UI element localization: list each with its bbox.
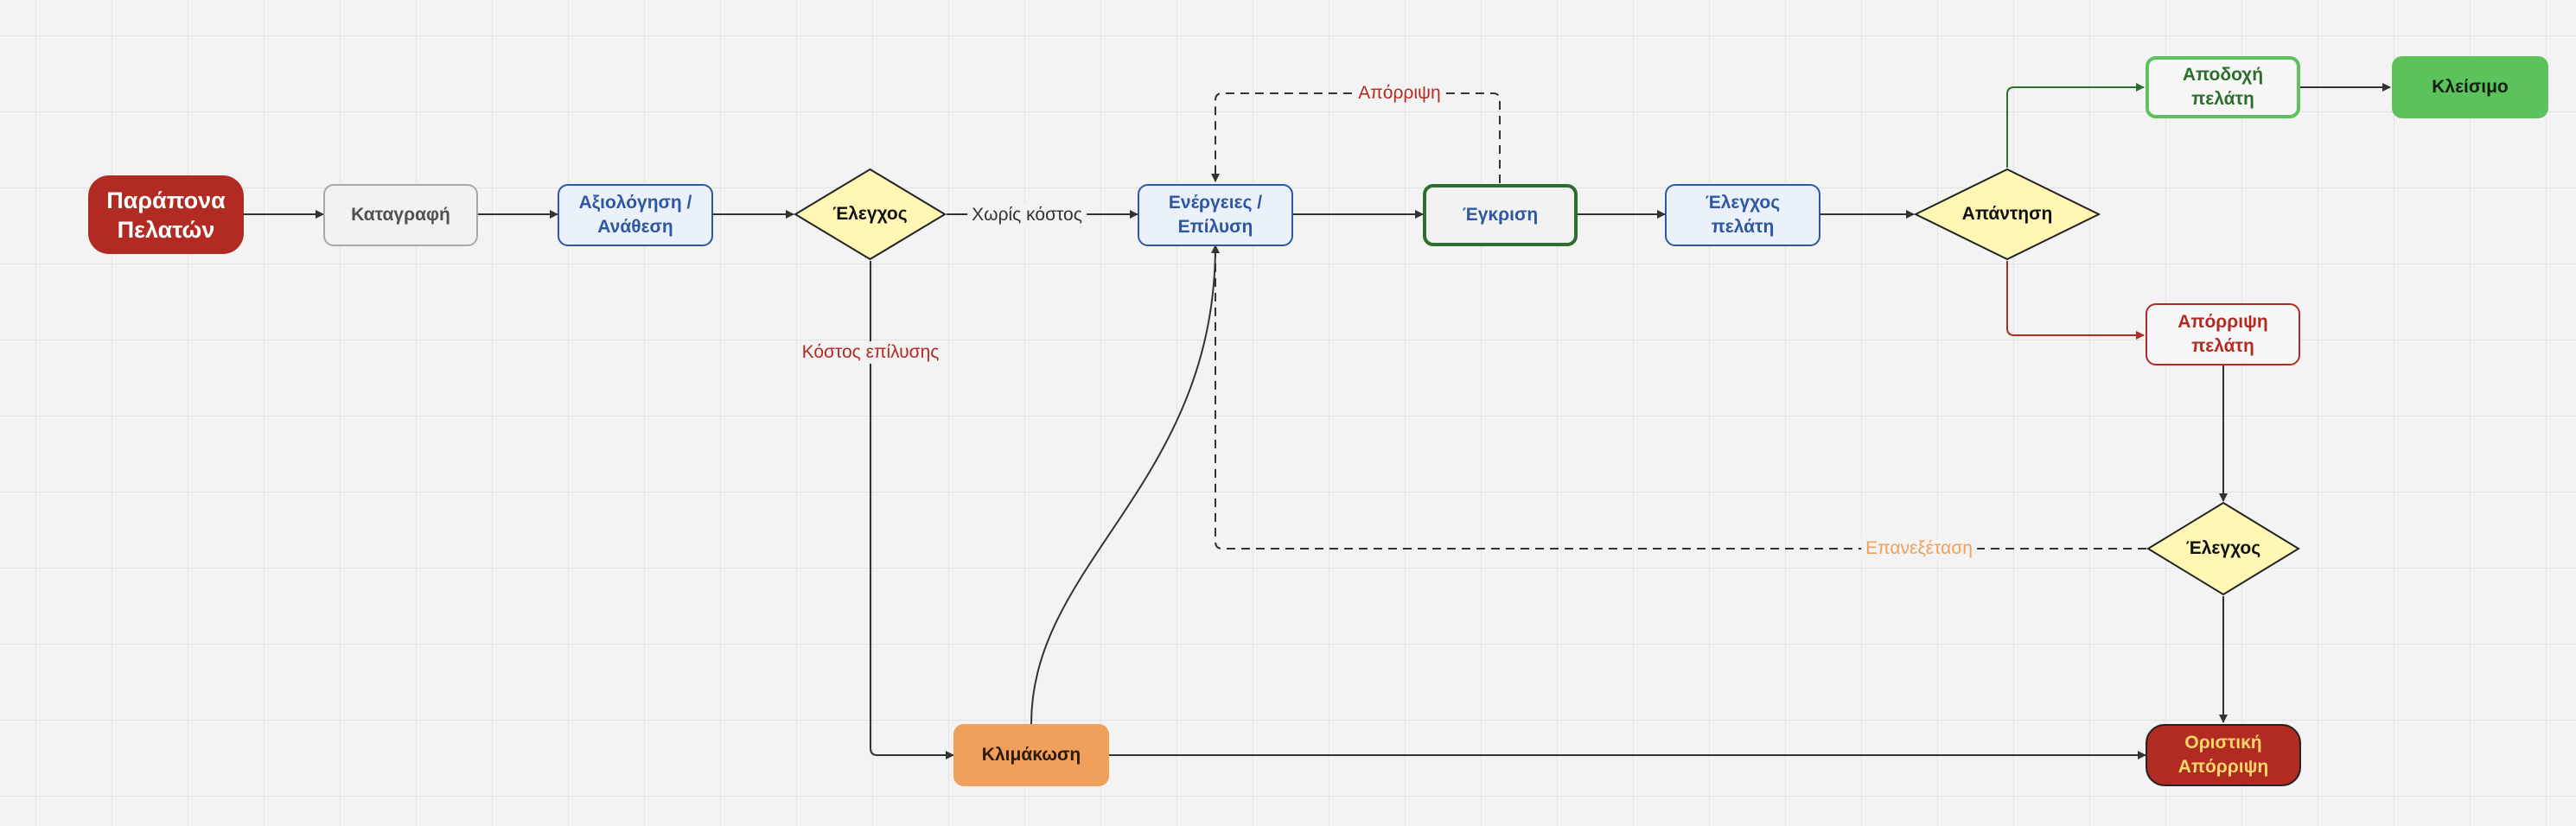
edge-response-accept: [2006, 83, 2145, 168]
node-close[interactable]: Κλείσιμο: [2392, 56, 2548, 118]
label-no-cost: Χωρίς κόστος: [967, 204, 1087, 226]
label-resolution-cost: Κόστος επίλυσης: [797, 341, 944, 364]
node-registration[interactable]: Καταγραφή: [323, 184, 478, 246]
node-approval-label: Έγκριση: [1462, 205, 1539, 225]
node-customer-accept[interactable]: Αποδοχή πελάτη: [2146, 56, 2300, 118]
decision-response-label: Απάντηση: [1961, 204, 2053, 224]
node-customer-complaints[interactable]: Παράπονα Πελατών: [88, 175, 244, 254]
node-final-rejection-label: Οριστική Απόρριψη: [2177, 733, 2269, 777]
node-assessment[interactable]: Αξιολόγηση / Ανάθεση: [558, 184, 713, 246]
decision-response[interactable]: Απάντηση: [1914, 168, 2101, 261]
node-customer-reject[interactable]: Απόρριψη πελάτη: [2146, 303, 2300, 365]
node-final-rejection[interactable]: Οριστική Απόρριψη: [2146, 724, 2301, 786]
edge-escalation-actions: [1030, 245, 1220, 725]
node-escalation-label: Κλιμάκωση: [981, 745, 1081, 765]
node-approval[interactable]: Έγκριση: [1423, 184, 1578, 246]
node-assessment-label: Αξιολόγηση / Ανάθεση: [578, 193, 692, 237]
flowchart-canvas: Χωρίς κόστος Κόστος επίλυσης Απόρριψη Επ…: [0, 0, 2576, 826]
node-customer-complaints-label: Παράπονα Πελατών: [106, 187, 226, 243]
node-customer-check-label: Έλεγχος πελάτη: [1705, 193, 1781, 237]
node-escalation[interactable]: Κλιμάκωση: [953, 724, 1109, 786]
decision-check-2-label: Έλεγχος: [2185, 538, 2261, 558]
edge-response-reject: [2006, 261, 2145, 340]
edge-approval-actions: [1211, 92, 1501, 183]
node-customer-reject-label: Απόρριψη πελάτη: [2177, 312, 2268, 356]
decision-check-label: Έλεγχος: [832, 204, 908, 224]
label-reexamination: Επανεξέταση: [1861, 537, 1977, 560]
node-customer-accept-label: Αποδοχή πελάτη: [2182, 65, 2264, 109]
node-actions-resolution-label: Ενέργειες / Επίλυση: [1168, 193, 1263, 237]
node-customer-check[interactable]: Έλεγχος πελάτη: [1665, 184, 1820, 246]
connectors-layer: [244, 83, 2391, 759]
node-close-label: Κλείσιμο: [2432, 77, 2509, 97]
decision-check-2[interactable]: Έλεγχος: [2146, 501, 2300, 596]
node-registration-label: Καταγραφή: [351, 205, 450, 225]
decision-check[interactable]: Έλεγχος: [794, 168, 947, 261]
node-actions-resolution[interactable]: Ενέργειες / Επίλυση: [1138, 184, 1293, 246]
edge-check-escalation: [870, 261, 954, 759]
label-rejection: Απόρριψη: [1354, 82, 1445, 105]
